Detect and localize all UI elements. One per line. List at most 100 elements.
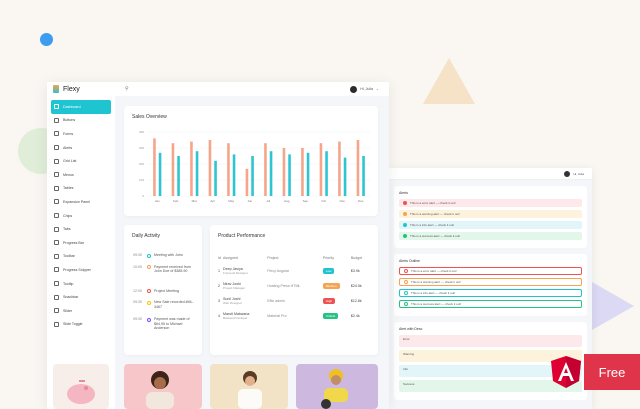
bar-series-2-sep[interactable] bbox=[306, 152, 310, 196]
bar-series-2-feb[interactable] bbox=[177, 156, 180, 196]
sidebar-item-tooltip[interactable]: Tooltip bbox=[47, 277, 115, 291]
sidebar-item-buttons[interactable]: Buttons bbox=[47, 114, 115, 128]
sidebar-item-alerts[interactable]: Alerts bbox=[47, 141, 115, 155]
timeline-item: 09:30 Payment was made of $64.95 to Micha… bbox=[133, 317, 198, 331]
alert-outline-item[interactable]: This is a info alert — check it out! bbox=[399, 289, 582, 297]
alert-item[interactable]: This is a error alert — check it out! bbox=[399, 199, 582, 207]
alerts-desc-title: Alert with Desc bbox=[399, 327, 423, 331]
alert-text: This is a success alert — check it out! bbox=[411, 302, 462, 306]
bar-series-1-apr[interactable] bbox=[208, 140, 212, 196]
alert-icon bbox=[403, 212, 407, 216]
x-tick-label: Apr bbox=[210, 199, 215, 203]
assigned-cell: Sunil Joshi Web Designer bbox=[223, 293, 267, 308]
bar-series-2-oct[interactable] bbox=[325, 151, 328, 196]
sidebar-item-forms[interactable]: Forms bbox=[47, 127, 115, 141]
sidebar-item-expansion-panel[interactable]: Expansion Panel bbox=[47, 195, 115, 209]
bar-series-1-aug[interactable] bbox=[282, 148, 286, 196]
bar-series-2-jan[interactable] bbox=[158, 152, 162, 196]
nav-icon bbox=[54, 267, 59, 273]
sidebar-item-slide-toggle[interactable]: Slide Toggle bbox=[47, 318, 115, 332]
bar-series-1-sep[interactable] bbox=[301, 148, 304, 196]
bar-series-1-dec[interactable] bbox=[356, 140, 360, 196]
sidebar-item-label: Expansion Panel bbox=[63, 199, 90, 204]
x-tick-label: Oct bbox=[321, 199, 326, 203]
sidebar-item-tabs[interactable]: Tabs bbox=[47, 222, 115, 236]
y-tick-label: 200 bbox=[139, 162, 144, 166]
sidebar-item-label: Toolbar bbox=[63, 254, 75, 259]
bar-series-1-oct[interactable] bbox=[319, 143, 323, 196]
nav-icon bbox=[54, 281, 59, 287]
alert-outline-item[interactable]: This is a success alert — check it out! bbox=[399, 300, 582, 308]
bar-series-1-jun[interactable] bbox=[245, 168, 249, 196]
bar-series-2-jun[interactable] bbox=[251, 156, 254, 196]
alert-outline-item[interactable]: This is a error alert — check it out! bbox=[399, 267, 582, 275]
search-icon[interactable]: ⚲ bbox=[125, 86, 129, 92]
sidebar-item-menus[interactable]: Menus bbox=[47, 168, 115, 182]
assignee-name: Deep Javiya bbox=[223, 266, 243, 271]
bar-series-2-nov[interactable] bbox=[343, 157, 347, 196]
brand-logo[interactable]: Flexy bbox=[47, 82, 115, 96]
alert-item[interactable]: This is a warning alert — check it out! bbox=[399, 210, 582, 218]
project-cell: Elite admin bbox=[267, 298, 286, 303]
bar-series-1-mar[interactable] bbox=[190, 141, 193, 196]
alert-item[interactable]: This is a info alert — check it out! bbox=[399, 221, 582, 229]
bar-series-2-mar[interactable] bbox=[195, 151, 199, 196]
bar-series-1-jul[interactable] bbox=[264, 143, 267, 196]
sidebar-item-progress-bar[interactable]: Progress Bar bbox=[47, 236, 115, 250]
timeline-text: Meeting with John bbox=[154, 253, 183, 257]
activity-timeline: 09:30 Meeting with John 10:00 Payment recei… bbox=[133, 253, 198, 342]
bar-series-2-dec[interactable] bbox=[362, 156, 365, 196]
sidebar-item-grid-list[interactable]: Grid List bbox=[47, 154, 115, 168]
column-header: Budget bbox=[350, 256, 363, 260]
alert-item[interactable]: This is a success alert — check it out! bbox=[399, 232, 582, 240]
person-image bbox=[238, 371, 262, 409]
logo-icon bbox=[53, 85, 59, 93]
bar-series-1-nov[interactable] bbox=[338, 141, 341, 196]
sidebar-item-dashboard[interactable]: Dashboard bbox=[51, 100, 111, 114]
alert-desc-item[interactable]: Error bbox=[399, 335, 582, 347]
user-greeting[interactable]: Hi, Julia bbox=[573, 172, 584, 176]
timeline-time: 12:00 bbox=[133, 288, 142, 293]
alert-text: This is a error alert — check it out! bbox=[411, 269, 457, 273]
nav-icon bbox=[54, 104, 59, 110]
table-row[interactable]: 3 Sunil Joshi Web Designer Elite admin High $… bbox=[218, 293, 370, 308]
table-row[interactable]: 4 Maruti Makwana Backend Devloper Material … bbox=[218, 308, 370, 323]
alert-icon bbox=[403, 223, 407, 227]
table-row[interactable]: 1 Deep Javiya Frontend Devloper Flexy Angul… bbox=[218, 263, 370, 278]
sidebar-item-snackbar[interactable]: Snackbar bbox=[47, 290, 115, 304]
preview-topbar: Hi, Julia bbox=[389, 168, 592, 180]
alert-outline-item[interactable]: This is a warning alert — check it out! bbox=[399, 278, 582, 286]
alert-text: This is a warning alert — check it out! bbox=[410, 212, 460, 216]
bar-series-1-may[interactable] bbox=[227, 143, 230, 196]
sidebar-item-slider[interactable]: Slider bbox=[47, 304, 115, 318]
bar-series-1-feb[interactable] bbox=[171, 143, 175, 196]
timeline-text: Payment was made of $64.95 to Michael An… bbox=[154, 317, 190, 330]
assigned-cell: Maruti Makwana Backend Devloper bbox=[223, 308, 267, 323]
daily-activity-card: Daily Activity 09:30 Meeting with John 10:… bbox=[124, 225, 202, 355]
profile-photo-1 bbox=[124, 364, 202, 409]
assignee-role: Backend Devloper bbox=[223, 315, 248, 320]
assignee-role: Web Designer bbox=[223, 300, 242, 305]
x-tick-label: Jul bbox=[266, 199, 270, 203]
sidebar-item-progress-snipper[interactable]: Progress Snipper bbox=[47, 263, 115, 277]
bar-series-1-jan[interactable] bbox=[153, 138, 156, 196]
bar-series-2-may[interactable] bbox=[232, 154, 236, 196]
bar-series-2-apr[interactable] bbox=[214, 160, 217, 196]
project-cell: Material Pro bbox=[267, 313, 287, 318]
bar-series-2-aug[interactable] bbox=[288, 154, 291, 196]
alert-icon bbox=[404, 280, 408, 284]
performance-table: Id Assigned Project Priority Budget 1 Deep Ja… bbox=[218, 253, 370, 323]
sidebar-item-chips[interactable]: Chips bbox=[47, 209, 115, 223]
sidebar-item-tables[interactable]: Tables bbox=[47, 182, 115, 196]
nav-icon bbox=[54, 308, 59, 314]
nav-icon bbox=[54, 294, 59, 300]
alert-icon bbox=[404, 302, 408, 306]
sidebar-item-toolbar[interactable]: Toolbar bbox=[47, 250, 115, 264]
decor-dot bbox=[40, 33, 53, 46]
bar-series-2-jul[interactable] bbox=[269, 151, 273, 196]
table-row[interactable]: 2 Nirav Joshi Project Manager Hosting Press… bbox=[218, 278, 370, 293]
timeline-text: Project Meeting bbox=[154, 288, 179, 293]
avatar[interactable] bbox=[564, 170, 571, 177]
user-menu[interactable]: Hi, Julia ⌄ bbox=[350, 85, 379, 93]
sidebar-item-label: Progress Snipper bbox=[63, 267, 91, 272]
